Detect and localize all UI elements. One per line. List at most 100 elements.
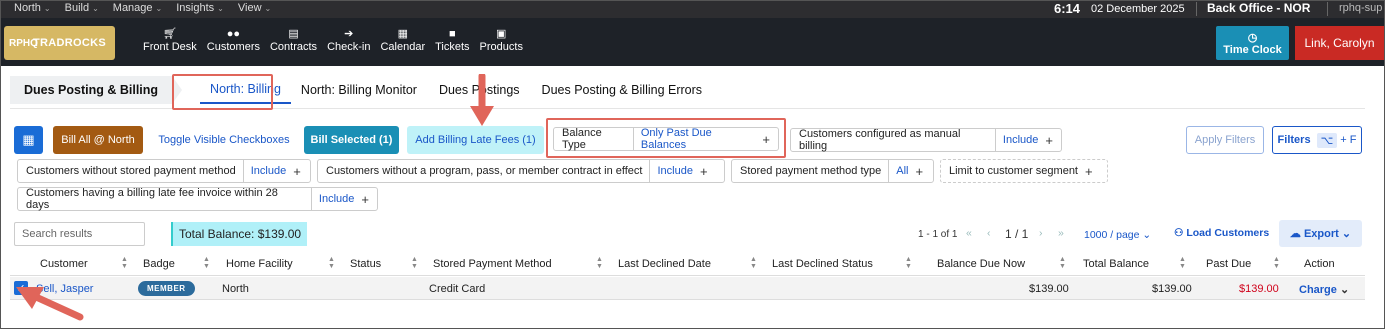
sort-icon[interactable]: ▲ ▼ bbox=[1273, 256, 1280, 270]
tab-north-billing-monitor[interactable]: North: Billing Monitor bbox=[291, 76, 427, 104]
chevron-down-icon: ⌄ bbox=[1339, 284, 1350, 296]
time-clock-label: Time Clock bbox=[1223, 43, 1282, 56]
nav-tickets[interactable]: ■ Tickets bbox=[430, 27, 474, 53]
grid-icon: ▦ bbox=[22, 132, 35, 147]
nav-products[interactable]: ▣ Products bbox=[475, 27, 528, 53]
column-header[interactable]: Badge bbox=[143, 258, 175, 270]
tab-bar: Dues Posting & Billing North: Billing No… bbox=[10, 75, 712, 105]
column-header[interactable]: Stored Payment Method bbox=[433, 258, 552, 270]
plus-icon[interactable]: + bbox=[293, 164, 309, 179]
per-page-select[interactable]: 1000 / page ⌄ bbox=[1084, 229, 1151, 241]
bill-all-button[interactable]: Bill All @ North bbox=[53, 126, 143, 154]
filter-manual-billing[interactable]: Customers configured as manual billing I… bbox=[790, 128, 1062, 152]
filter-value[interactable]: Include bbox=[310, 188, 361, 210]
user-button[interactable]: Link, Carolyn bbox=[1295, 26, 1384, 60]
filter-value[interactable]: All bbox=[888, 160, 915, 182]
filter-value[interactable]: Only Past Due Balances bbox=[632, 127, 763, 151]
prev-page-icon[interactable]: ‹ bbox=[987, 227, 991, 239]
date: 02 December 2025 bbox=[1091, 3, 1185, 15]
grid-menu-button[interactable]: ▦ bbox=[14, 126, 43, 154]
sort-icon[interactable]: ▲ ▼ bbox=[1059, 256, 1066, 270]
home-facility: North bbox=[222, 283, 249, 295]
sort-icon[interactable]: ▲ ▼ bbox=[905, 256, 912, 270]
plus-icon[interactable]: + bbox=[762, 132, 778, 147]
time-clock-button[interactable]: ◷ Time Clock bbox=[1216, 26, 1289, 60]
filter-key: Customers without stored payment method bbox=[26, 165, 236, 177]
cloud-upload-icon: ☁ bbox=[1289, 228, 1301, 240]
menu-label: Manage bbox=[112, 2, 153, 14]
user-label[interactable]: rphq-sup bbox=[1339, 2, 1382, 14]
filter-value[interactable]: Include bbox=[242, 160, 293, 182]
column-header[interactable]: Last Declined Status bbox=[772, 258, 873, 270]
plus-icon[interactable]: + bbox=[915, 164, 931, 179]
tab-north-billing[interactable]: North: Billing bbox=[200, 76, 291, 104]
first-page-icon[interactable]: « bbox=[966, 227, 972, 239]
next-page-icon[interactable]: › bbox=[1039, 227, 1043, 239]
breadcrumb[interactable]: Dues Posting & Billing bbox=[10, 76, 183, 104]
nav-contracts[interactable]: ▤ Contracts bbox=[265, 27, 322, 53]
sort-icon[interactable]: ▲ ▼ bbox=[596, 256, 603, 270]
plus-icon[interactable]: + bbox=[1085, 164, 1101, 179]
filter-value[interactable]: Include bbox=[994, 129, 1045, 151]
top-menu-bar: North ⌄ Build ⌄ Manage ⌄ Insights ⌄ View ⌄ 6:… bbox=[0, 0, 1385, 18]
menu-view[interactable]: View ⌄ bbox=[238, 2, 271, 14]
filter-customer-segment[interactable]: Limit to customer segment + bbox=[940, 159, 1108, 183]
column-header[interactable]: Status bbox=[350, 258, 381, 270]
column-header[interactable]: Last Declined Date bbox=[618, 258, 711, 270]
filter-value[interactable]: Include bbox=[649, 160, 699, 182]
menu-north[interactable]: North ⌄ bbox=[14, 2, 51, 14]
nav-customers[interactable]: ●● Customers bbox=[202, 27, 265, 53]
menu-label: View bbox=[237, 2, 262, 14]
calendar-icon: ▦ bbox=[397, 28, 408, 40]
filter-late-fee-invoice[interactable]: Customers having a billing late fee invo… bbox=[17, 187, 378, 211]
chevron-down-icon: ⌄ bbox=[1341, 228, 1352, 240]
column-header[interactable]: Past Due bbox=[1206, 258, 1251, 270]
per-page-label: 1000 / page bbox=[1084, 229, 1140, 241]
menu-build[interactable]: Build ⌄ bbox=[65, 2, 99, 14]
chevron-down-icon: ⌄ bbox=[217, 3, 224, 13]
sort-icon[interactable]: ▲ ▼ bbox=[750, 256, 757, 270]
bill-selected-button[interactable]: Bill Selected (1) bbox=[304, 126, 399, 154]
load-customers-button[interactable]: ⚇ Load Customers bbox=[1174, 227, 1269, 239]
last-page-icon[interactable]: » bbox=[1058, 227, 1064, 239]
filter-no-stored-payment[interactable]: Customers without stored payment method … bbox=[17, 159, 311, 183]
sort-icon[interactable]: ▲ ▼ bbox=[411, 256, 418, 270]
page-indicator: 1 / 1 bbox=[1005, 227, 1029, 241]
logo[interactable]: RPHQ TRADROCKS bbox=[4, 26, 115, 60]
add-late-fees-button[interactable]: Add Billing Late Fees (1) bbox=[407, 126, 544, 154]
apply-filters-button[interactable]: Apply Filters bbox=[1186, 126, 1264, 154]
annotation-arrow-down bbox=[470, 74, 494, 126]
menu-insights[interactable]: Insights ⌄ bbox=[176, 2, 224, 14]
sort-icon[interactable]: ▲ ▼ bbox=[121, 256, 128, 270]
column-header[interactable]: Balance Due Now bbox=[937, 258, 1025, 270]
plus-icon[interactable]: + bbox=[700, 164, 716, 179]
column-header[interactable]: Total Balance bbox=[1083, 258, 1149, 270]
nav-check-in[interactable]: ➔ Check-in bbox=[322, 27, 375, 53]
sort-icon[interactable]: ▲ ▼ bbox=[1179, 256, 1186, 270]
menu-manage[interactable]: Manage ⌄ bbox=[113, 2, 162, 14]
nav-label: Front Desk bbox=[143, 41, 197, 53]
plus-icon[interactable]: + bbox=[1045, 133, 1061, 148]
filter-no-program[interactable]: Customers without a program, pass, or me… bbox=[317, 159, 725, 183]
nav-front-desk[interactable]: 🛒︎ Front Desk bbox=[138, 27, 202, 53]
column-header[interactable]: Home Facility bbox=[226, 258, 293, 270]
tab-dues-posting-errors[interactable]: Dues Posting & Billing Errors bbox=[532, 76, 712, 104]
filter-key: Customers having a billing late fee invo… bbox=[26, 187, 278, 211]
filter-balance-type[interactable]: Balance Type Only Past Due Balances + bbox=[553, 127, 779, 151]
past-due: $139.00 bbox=[1239, 283, 1279, 295]
sort-icon[interactable]: ▲ ▼ bbox=[328, 256, 335, 270]
column-header[interactable]: Customer bbox=[40, 258, 88, 270]
filters-button[interactable]: Filters ⌥ + F bbox=[1272, 126, 1362, 154]
plus-icon[interactable]: + bbox=[361, 192, 377, 207]
export-button[interactable]: ☁ Export ⌄ bbox=[1279, 220, 1362, 247]
nav-calendar[interactable]: ▦ Calendar bbox=[375, 27, 430, 53]
toggle-visible-checkboxes-button[interactable]: Toggle Visible Checkboxes bbox=[153, 126, 295, 154]
menu-label: Build bbox=[64, 2, 90, 14]
filter-payment-type[interactable]: Stored payment method type All + bbox=[731, 159, 934, 183]
search-input[interactable]: Search results bbox=[14, 222, 145, 246]
office-label[interactable]: Back Office - NOR bbox=[1207, 1, 1310, 15]
filter-key: Stored payment method type bbox=[740, 165, 882, 177]
sort-icon[interactable]: ▲ ▼ bbox=[203, 256, 210, 270]
charge-action[interactable]: Charge ⌄ bbox=[1299, 283, 1349, 296]
table-row[interactable]: ✓ Sell, Jasper MEMBER North Credit Card … bbox=[10, 277, 1365, 300]
